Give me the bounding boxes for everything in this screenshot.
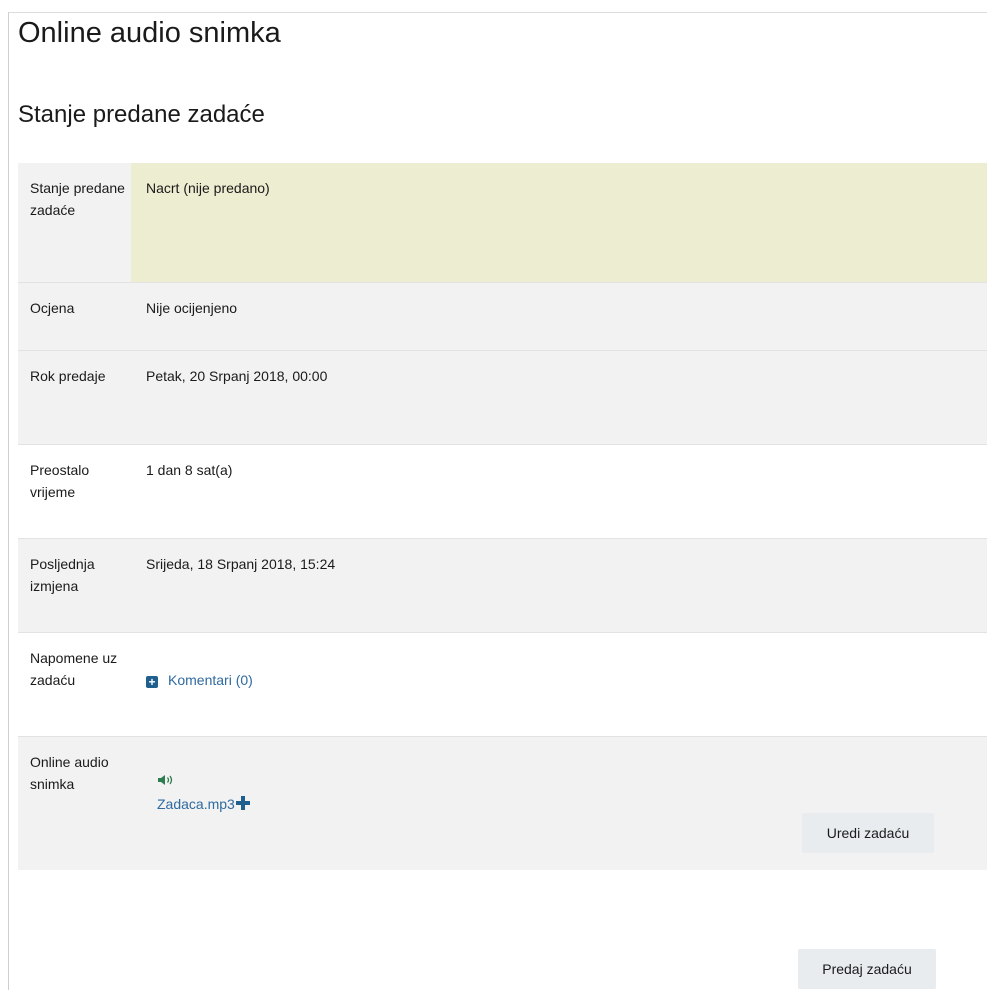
table-row: Stanje predane zadaće Nacrt (nije predan… [18,163,987,283]
plus-icon[interactable] [235,796,250,810]
row-label: Ocjena [18,282,131,351]
section-title: Stanje predane zadaće [18,101,265,128]
table-row: Rok predaje Petak, 20 Srpanj 2018, 00:00 [18,350,987,445]
submit-assignment-button[interactable]: Predaj zadaću [798,949,936,989]
table-row: Preostalo vrijeme 1 dan 8 sat(a) [18,444,987,539]
row-label: Stanje predane zadaće [18,163,131,283]
last-modified-value: Srijeda, 18 Srpanj 2018, 15:24 [131,538,987,633]
due-date-value: Petak, 20 Srpanj 2018, 00:00 [131,350,987,445]
table-row: Napomene uz zadaću + Komentari (0) [18,632,987,737]
table-row: Ocjena Nije ocijenjeno [18,282,987,351]
comments-toggle-link[interactable]: + Komentari (0) [146,670,253,692]
submission-comments-cell: + Komentari (0) [131,632,987,737]
row-label: Online audio snimka [18,736,131,870]
row-label: Posljednja izmjena [18,538,131,633]
speaker-icon [158,775,173,785]
submission-status-value: Nacrt (nije predano) [131,163,987,283]
row-label: Rok predaje [18,350,131,445]
edit-submission-button[interactable]: Uredi zadaću [802,813,934,853]
time-remaining-value: 1 dan 8 sat(a) [131,444,987,539]
audio-file-link[interactable]: Zadaca.mp3 [157,796,235,812]
plus-square-icon: + [146,676,158,688]
table-row: Posljednja izmjena Srijeda, 18 Srpanj 20… [18,538,987,633]
submission-status-table: Stanje predane zadaće Nacrt (nije predan… [18,163,987,870]
comments-link-label: Komentari (0) [168,672,253,688]
row-label: Napomene uz zadaću [18,632,131,737]
grade-value: Nije ocijenjeno [131,282,987,351]
page-title: Online audio snimka [18,17,281,49]
row-label: Preostalo vrijeme [18,444,131,539]
